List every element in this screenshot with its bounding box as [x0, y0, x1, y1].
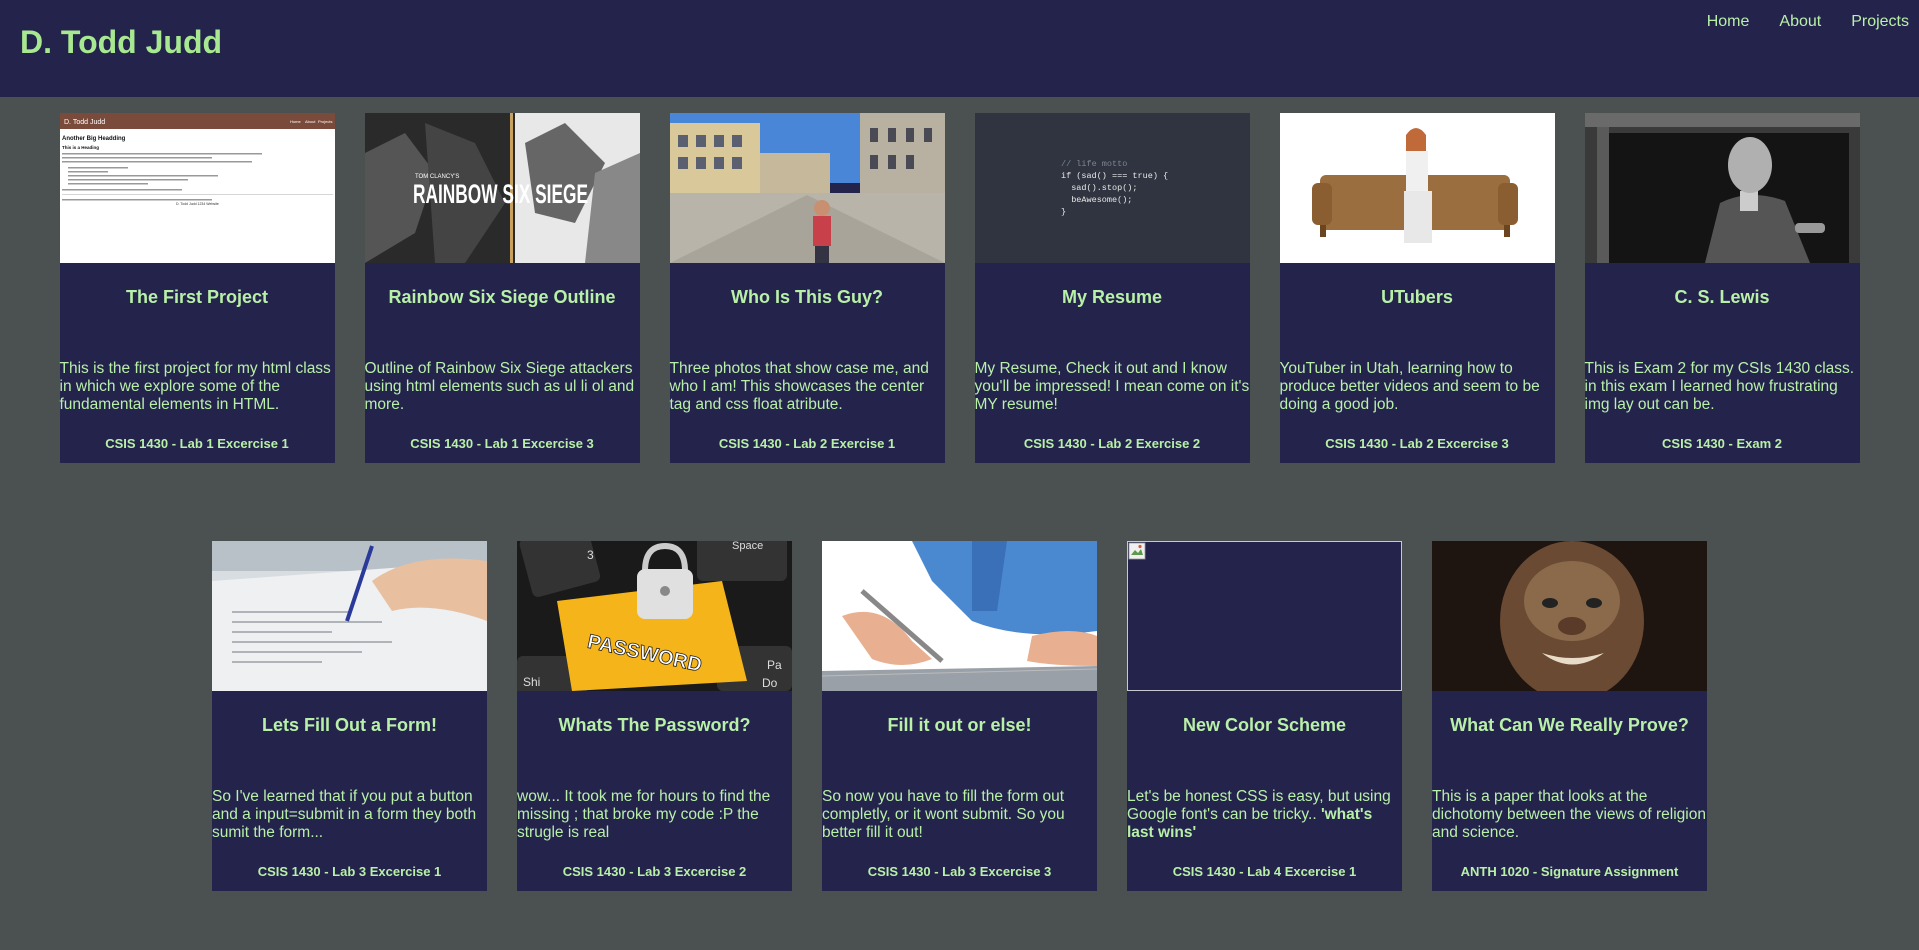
thumb-key-shi: Shi [523, 675, 540, 689]
site-title[interactable]: D. Todd Judd [20, 24, 222, 61]
thumb-key-pa: Pa [767, 658, 782, 672]
nav-home-link[interactable]: Home [1707, 13, 1750, 31]
project-course: CSIS 1430 - Exam 2 [1662, 436, 1782, 451]
project-card-who-is-this-guy[interactable]: Who Is This Guy? Three photos that show … [669, 113, 945, 463]
project-title: What Can We Really Prove? [1450, 715, 1689, 735]
thumb-heading: Another Big Headding [62, 136, 126, 142]
thumb-game-logo: RAINBOW SIX SIEGE [413, 179, 588, 209]
project-card-what-can-we-prove[interactable]: What Can We Really Prove? This is a pape… [1432, 541, 1707, 891]
thumb-subheading: This is a Heading [62, 145, 99, 150]
project-title: Lets Fill Out a Form! [261, 715, 437, 735]
thumb-code-line: } [1061, 207, 1066, 217]
thumb-header-text: D. Todd Judd [64, 119, 105, 126]
project-description: YouTuber in Utah, learning how to produc… [1279, 360, 1540, 413]
project-description: This is a paper that looks at the dichot… [1432, 788, 1706, 841]
thumb-key-space: Space [732, 541, 763, 552]
project-course: CSIS 1430 - Lab 2 Exercise 2 [1023, 436, 1201, 451]
project-thumbnail: D. Todd Judd Home About Projects Another… [59, 113, 335, 263]
project-thumbnail: TOM CLANCY'S RAINBOW SIX SIEGE [364, 113, 640, 263]
thumb-nav-home: Home [290, 119, 301, 124]
project-card-cs-lewis[interactable]: C. S. Lewis This is Exam 2 for my CSIs 1… [1584, 113, 1860, 463]
project-description: wow... It took me for hours to find the … [517, 788, 771, 841]
project-thumbnail [822, 541, 1097, 691]
project-description: Three photos that show case me, and who … [669, 360, 929, 413]
project-course: CSIS 1430 - Lab 2 Excercise 3 [1325, 436, 1509, 451]
project-course: ANTH 1020 - Signature Assignment [1460, 864, 1679, 879]
project-course: CSIS 1430 - Lab 3 Excercise 3 [867, 864, 1052, 879]
project-course: CSIS 1430 - Lab 1 Excercise 1 [105, 436, 289, 451]
project-description: So now you have to fill the form out com… [822, 788, 1065, 841]
project-course: CSIS 1430 - Lab 4 Excercise 1 [1172, 864, 1357, 879]
project-card-fill-it-out[interactable]: Fill it out or else! So now you have to … [822, 541, 1097, 891]
site-header: D. Todd Judd Home About Projects [0, 0, 1919, 97]
project-card-my-resume[interactable]: // life motto if (sad() === true) { sad(… [974, 113, 1250, 463]
project-title: Who Is This Guy? [731, 287, 883, 307]
project-card-password[interactable]: Space Pa Do Shi 3 PASSWORD Whats The Pas… [517, 541, 792, 891]
thumb-code-line: // life motto [1061, 159, 1127, 169]
thumb-nav-projects: Projects [318, 119, 332, 124]
project-title: Rainbow Six Siege Outline [388, 287, 616, 307]
project-course: CSIS 1430 - Lab 1 Excercise 3 [410, 436, 594, 451]
project-card-utubers[interactable]: UTubers YouTuber in Utah, learning how t… [1279, 113, 1555, 463]
project-course: CSIS 1430 - Lab 3 Excercise 1 [257, 864, 442, 879]
broken-image-icon [1128, 542, 1146, 560]
project-description: Outline of Rainbow Six Siege attackers u… [364, 360, 635, 413]
thumb-code-line: if (sad() === true) { [1061, 171, 1168, 181]
project-course: CSIS 1430 - Lab 2 Exercise 1 [718, 436, 896, 451]
nav-about-link[interactable]: About [1779, 13, 1821, 31]
project-title: Fill it out or else! [887, 715, 1032, 735]
thumb-code-line: sad().stop(); [1061, 183, 1138, 193]
project-title: My Resume [1061, 287, 1163, 307]
project-title: The First Project [125, 287, 269, 307]
nav-projects-link[interactable]: Projects [1851, 13, 1909, 31]
project-thumbnail [1432, 541, 1707, 691]
project-card-new-color-scheme[interactable]: New Color Scheme Let's be honest CSS is … [1127, 541, 1402, 891]
thumb-key-3: 3 [587, 548, 594, 562]
project-card-rainbow-six[interactable]: TOM CLANCY'S RAINBOW SIX SIEGE Rainbow S… [364, 113, 640, 463]
project-thumbnail: Space Pa Do Shi 3 PASSWORD [517, 541, 792, 691]
project-thumbnail: // life motto if (sad() === true) { sad(… [974, 113, 1250, 263]
project-thumbnail [1127, 541, 1402, 691]
project-thumbnail [212, 541, 487, 691]
project-description: Let's be honest CSS is easy, but using G… [1127, 788, 1402, 842]
project-title: Whats The Password? [558, 715, 751, 735]
project-grid-row-1: D. Todd Judd Home About Projects Another… [0, 113, 1919, 463]
project-thumbnail [669, 113, 945, 263]
project-grid-row-2: Lets Fill Out a Form! So I've learned th… [0, 541, 1919, 891]
project-description: This is Exam 2 for my CSIs 1430 class. i… [1584, 360, 1855, 413]
project-description: So I've learned that if you put a button… [212, 788, 477, 841]
project-thumbnail [1279, 113, 1555, 263]
project-description: My Resume, Check it out and I know you'l… [974, 360, 1250, 413]
thumb-key-do: Do [762, 676, 778, 690]
thumb-code-line: beAwesome(); [1061, 195, 1132, 205]
thumb-nav-about: About [305, 119, 316, 124]
project-title: C. S. Lewis [1674, 287, 1770, 307]
project-card-first-project[interactable]: D. Todd Judd Home About Projects Another… [59, 113, 335, 463]
project-title: New Color Scheme [1182, 715, 1347, 735]
thumb-caption: D. Todd Judd 1234 Website [176, 202, 219, 206]
project-title: UTubers [1381, 287, 1453, 307]
project-course: CSIS 1430 - Lab 3 Excercise 2 [562, 864, 747, 879]
project-thumbnail [1584, 113, 1860, 263]
project-card-fill-out-form[interactable]: Lets Fill Out a Form! So I've learned th… [212, 541, 487, 891]
main-nav: Home About Projects [1677, 13, 1909, 31]
project-description: This is the first project for my html cl… [59, 360, 331, 413]
